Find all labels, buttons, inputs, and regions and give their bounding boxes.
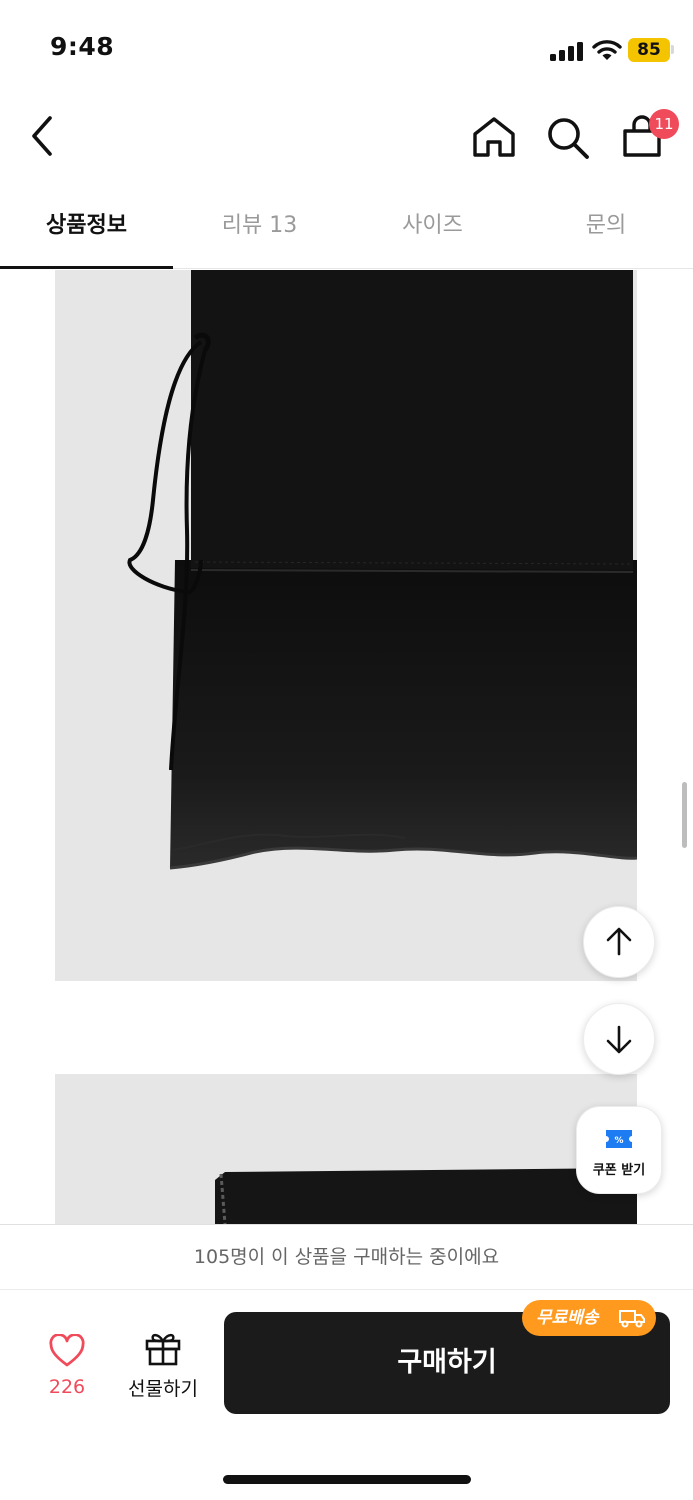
cellular-signal-icon <box>550 42 583 61</box>
scrollbar-thumb[interactable] <box>682 782 687 848</box>
tab-size[interactable]: 사이즈 <box>346 190 519 268</box>
scroll-top-button[interactable] <box>583 906 655 978</box>
home-indicator <box>223 1475 471 1484</box>
arrow-up-icon <box>606 927 632 956</box>
gift-label: 선물하기 <box>128 1378 198 1400</box>
cart-count-badge: 11 <box>649 109 679 139</box>
purchase-notice: 105명이 이 상품을 구매하는 중이에요 <box>0 1224 693 1290</box>
tab-product-info[interactable]: 상품정보 <box>0 190 173 268</box>
like-count: 226 <box>48 1376 86 1398</box>
truck-icon <box>619 1310 645 1328</box>
arrow-down-icon <box>606 1025 632 1054</box>
svg-text:%: % <box>614 1136 623 1146</box>
product-image <box>55 270 637 981</box>
scroll-bottom-button[interactable] <box>583 1003 655 1075</box>
coupon-ticket-icon: % <box>606 1130 632 1148</box>
tab-inquiry[interactable]: 문의 <box>519 190 693 268</box>
chevron-left-icon[interactable] <box>26 114 60 158</box>
status-time: 9:48 <box>50 32 115 61</box>
coupon-label: 쿠폰 받기 <box>592 1163 646 1178</box>
heart-icon[interactable] <box>48 1334 86 1368</box>
home-icon[interactable] <box>471 115 517 159</box>
battery-tip <box>671 45 674 54</box>
wifi-icon <box>592 40 622 60</box>
battery-indicator: 85 <box>628 38 670 62</box>
search-icon[interactable] <box>545 115 591 161</box>
free-shipping-label: 무료배송 <box>536 1308 599 1328</box>
free-shipping-badge: 무료배송 <box>522 1300 656 1336</box>
product-image-2 <box>55 1074 637 1224</box>
coupon-button[interactable]: % 쿠폰 받기 <box>576 1106 662 1194</box>
tab-reviews[interactable]: 리뷰 13 <box>173 190 346 268</box>
active-tab-underline <box>0 266 173 269</box>
gift-icon[interactable] <box>144 1330 182 1366</box>
product-tabs: 상품정보 리뷰 13 사이즈 문의 <box>0 190 693 269</box>
